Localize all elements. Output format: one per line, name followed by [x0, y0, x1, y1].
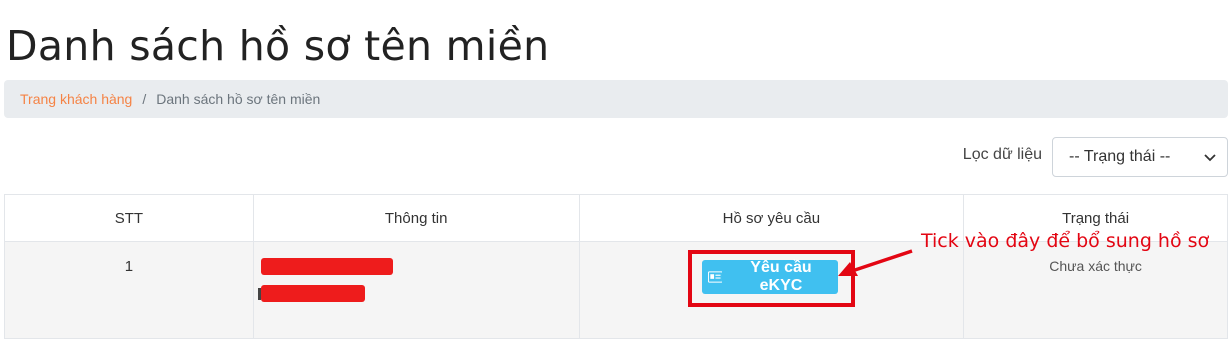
annotation-arrow-icon	[838, 249, 913, 276]
ekyc-request-label: Yêu cầu eKYC	[750, 259, 812, 294]
row-info	[252, 241, 580, 339]
status-filter-value: -- Trạng thái --	[1069, 148, 1171, 165]
redacted-text	[260, 285, 365, 302]
table-row: 1 Yêu cầu eKYC Chưa xác thực	[4, 241, 1228, 339]
row-status: Chưa xác thực	[963, 241, 1228, 339]
annotation-text: Tick vào đây để bổ sung hồ sơ	[921, 230, 1210, 252]
redacted-text	[260, 258, 393, 275]
id-card-icon	[707, 271, 723, 283]
domain-profile-table: STT Thông tin Hồ sơ yêu cầu Trạng thái 1	[4, 194, 1228, 339]
breadcrumb: Trang khách hàng / Danh sách hồ sơ tên m…	[4, 80, 1228, 118]
header-stt: STT	[4, 194, 254, 242]
status-filter-select[interactable]: -- Trạng thái --	[1052, 137, 1228, 177]
chevron-down-icon	[1204, 154, 1216, 162]
breadcrumb-separator: /	[142, 91, 147, 107]
breadcrumb-current: Danh sách hồ sơ tên miền	[156, 91, 321, 107]
filter-label: Lọc dữ liệu	[962, 146, 1042, 163]
ekyc-request-button[interactable]: Yêu cầu eKYC	[701, 259, 838, 294]
row-stt: 1	[4, 241, 254, 339]
header-info: Thông tin	[252, 194, 580, 242]
breadcrumb-home-link[interactable]: Trang khách hàng	[20, 91, 132, 107]
header-request: Hồ sơ yêu cầu	[578, 194, 965, 242]
page-title: Danh sách hồ sơ tên miền	[6, 22, 550, 70]
